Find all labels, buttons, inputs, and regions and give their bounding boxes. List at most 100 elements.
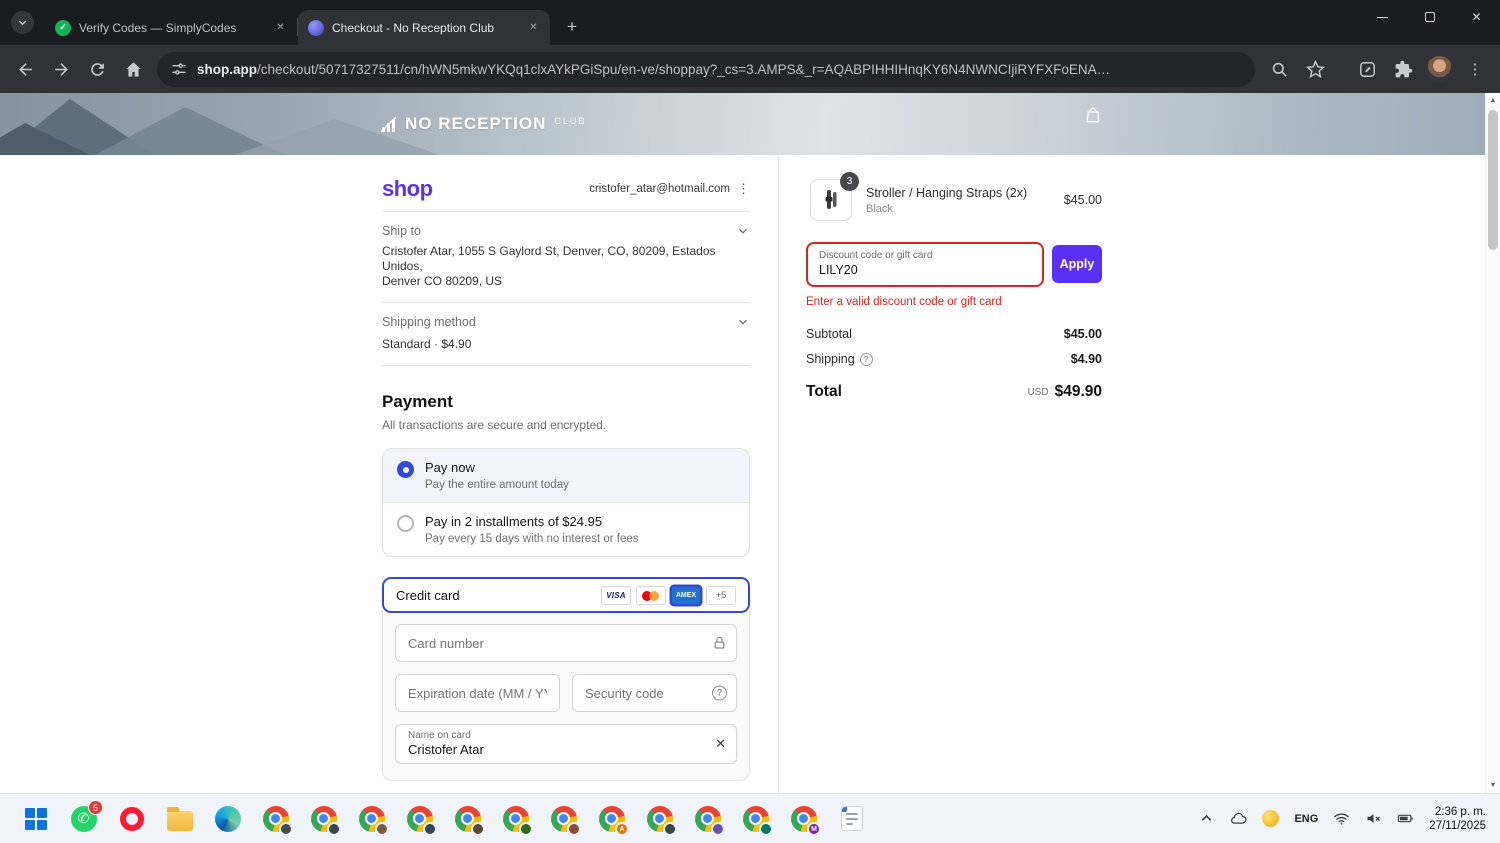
chrome-taskbar-icon[interactable] — [310, 805, 341, 836]
bookmark-star-icon[interactable] — [1297, 51, 1333, 87]
url-path: /checkout/50717327511/cn/hWN5mkwYKQq1clx… — [257, 61, 1111, 77]
start-button[interactable] — [22, 805, 49, 832]
profile-avatar[interactable] — [1421, 51, 1457, 87]
pay-now-desc: Pay the entire amount today — [425, 479, 569, 491]
credit-card-form: ? Name on card Cristofer Atar ✕ — [382, 610, 750, 781]
shipping-method-header[interactable]: Shipping method — [382, 315, 750, 329]
new-tab-button[interactable]: + — [559, 14, 585, 40]
lock-icon — [712, 636, 727, 651]
credit-card-method-header[interactable]: Credit card VISA AMEX +5 — [382, 577, 750, 613]
chrome-taskbar-icon[interactable]: M — [790, 805, 821, 836]
customer-email: cristofer_atar@hotmail.com — [589, 183, 730, 195]
apply-button[interactable]: Apply — [1052, 245, 1102, 283]
chrome-taskbar-icon[interactable]: A — [598, 805, 629, 836]
extensions-icon[interactable] — [1385, 51, 1421, 87]
discount-input-value: LILY20 — [819, 263, 858, 277]
shipping-method-label: Shipping method — [382, 315, 476, 329]
forward-icon[interactable] — [43, 51, 79, 87]
tab-simplycodes[interactable]: ✓ Verify Codes — SimplyCodes ✕ — [45, 10, 297, 45]
chrome-profile-bubble — [423, 822, 437, 836]
tab-close-icon[interactable]: ✕ — [272, 19, 289, 36]
wifi-icon[interactable] — [1333, 810, 1350, 827]
item-title: Stroller / Hanging Straps (2x) — [866, 185, 1028, 200]
window-minimize-button[interactable] — [1359, 0, 1406, 34]
shipping-info-icon[interactable]: ? — [859, 352, 873, 366]
taskbar-clock[interactable]: 2:36 p. m. 27/11/2025 — [1429, 805, 1486, 833]
total-row: Total USD $49.90 — [806, 383, 1102, 401]
discount-code-input[interactable]: Discount code or gift card LILY20 — [806, 242, 1044, 287]
opera-icon[interactable] — [118, 805, 145, 832]
chrome-profile-bubble — [375, 822, 389, 836]
tab-close-icon[interactable]: ✕ — [525, 19, 542, 36]
tray-app-icon[interactable] — [1262, 810, 1280, 827]
browser-menu-icon[interactable]: ⋮ — [1457, 51, 1493, 87]
order-summary-column: 3 Stroller / Hanging Straps (2x) Black $… — [806, 155, 1102, 401]
tab-search-icon[interactable] — [11, 11, 34, 34]
chrome-taskbar-icon[interactable] — [454, 805, 485, 836]
clear-icon[interactable]: ✕ — [715, 736, 726, 752]
reload-icon[interactable] — [79, 51, 115, 87]
chrome-taskbar-icon[interactable] — [262, 805, 293, 836]
battery-icon[interactable] — [1397, 810, 1414, 827]
chrome-taskbar-icon[interactable] — [502, 805, 533, 836]
volume-muted-icon[interactable] — [1365, 810, 1382, 827]
search-icon[interactable] — [1261, 51, 1297, 87]
windows-logo-icon — [24, 807, 47, 830]
cart-bag-icon[interactable] — [1084, 106, 1102, 129]
chrome-taskbar-icon[interactable] — [406, 805, 437, 836]
product-thumbnail: 3 — [810, 172, 859, 221]
whatsapp-icon[interactable]: ✆ 5 — [70, 800, 103, 832]
avatar-image — [1425, 55, 1453, 83]
tab-checkout[interactable]: Checkout - No Reception Club ✕ — [298, 10, 550, 45]
scroll-down-icon[interactable]: ▼ — [1486, 778, 1500, 793]
window-close-button[interactable]: ✕ — [1453, 0, 1500, 34]
notepad-icon[interactable] — [838, 805, 865, 832]
expiry-field — [395, 674, 560, 712]
language-indicator[interactable]: ENG — [1294, 813, 1318, 825]
name-on-card-field[interactable]: Name on card Cristofer Atar ✕ — [395, 724, 737, 764]
pay-installments-option[interactable]: Pay in 2 installments of $24.95 Pay ever… — [383, 503, 749, 556]
address-line-1: Cristofer Atar, 1055 S Gaylord St, Denve… — [382, 244, 716, 273]
onedrive-cloud-icon[interactable] — [1230, 810, 1247, 827]
file-explorer-icon[interactable] — [166, 805, 193, 832]
chevron-down-icon — [736, 224, 750, 238]
chrome-taskbar-icon[interactable] — [646, 805, 677, 836]
chrome-taskbar-icon[interactable] — [742, 805, 773, 836]
store-name-suffix: CLUB — [554, 116, 587, 126]
pay-now-option[interactable]: Pay now Pay the entire amount today — [383, 449, 749, 503]
chrome-profile-bubble: M — [807, 822, 821, 836]
account-menu-icon[interactable]: ⋮ — [737, 181, 750, 197]
chrome-taskbar-icon[interactable] — [694, 805, 725, 836]
scrollbar-thumb[interactable] — [1488, 110, 1498, 250]
item-variant: Black — [866, 202, 893, 215]
home-icon[interactable] — [115, 51, 151, 87]
window-maximize-button[interactable] — [1406, 0, 1453, 34]
more-brands-badge: +5 — [706, 585, 736, 605]
edit-page-icon[interactable] — [1349, 51, 1385, 87]
expiry-input[interactable] — [395, 674, 560, 712]
help-icon[interactable]: ? — [712, 685, 727, 701]
chrome-taskbar-icon[interactable] — [358, 805, 389, 836]
windows-taskbar: ✆ 5 A M ENG 2:36 p. m. 27/11/2025 — [0, 793, 1500, 843]
radio-selected-icon[interactable] — [397, 461, 414, 478]
back-icon[interactable] — [7, 51, 43, 87]
chrome-profile-bubble — [759, 822, 773, 836]
radio-unselected-icon[interactable] — [397, 515, 414, 532]
ship-to-header[interactable]: Ship to — [382, 224, 750, 238]
quantity-badge: 3 — [840, 172, 859, 191]
shop-logo: shop — [382, 176, 433, 201]
tab-strip: ✓ Verify Codes — SimplyCodes ✕ Checkout … — [45, 0, 585, 45]
scroll-up-icon[interactable]: ▲ — [1486, 93, 1500, 108]
store-logo[interactable]: NO RECEPTION CLUB — [380, 114, 586, 134]
site-info-icon[interactable] — [171, 61, 187, 77]
shipping-address: Cristofer Atar, 1055 S Gaylord St, Denve… — [382, 244, 750, 289]
address-bar[interactable]: shop.app/checkout/50717327511/cn/hWN5mkw… — [157, 51, 1255, 87]
edge-icon[interactable] — [214, 805, 241, 832]
chrome-profile-bubble: A — [615, 822, 629, 836]
chrome-taskbar-icon[interactable] — [550, 805, 581, 836]
checkout-form-column: shop cristofer_atar@hotmail.com ⋮ Ship t… — [382, 155, 750, 843]
subtotal-value: $45.00 — [1063, 327, 1102, 341]
tray-chevron-up-icon[interactable] — [1198, 810, 1215, 827]
page-scrollbar[interactable]: ▲ ▼ — [1485, 93, 1500, 793]
card-number-input[interactable] — [395, 624, 737, 662]
